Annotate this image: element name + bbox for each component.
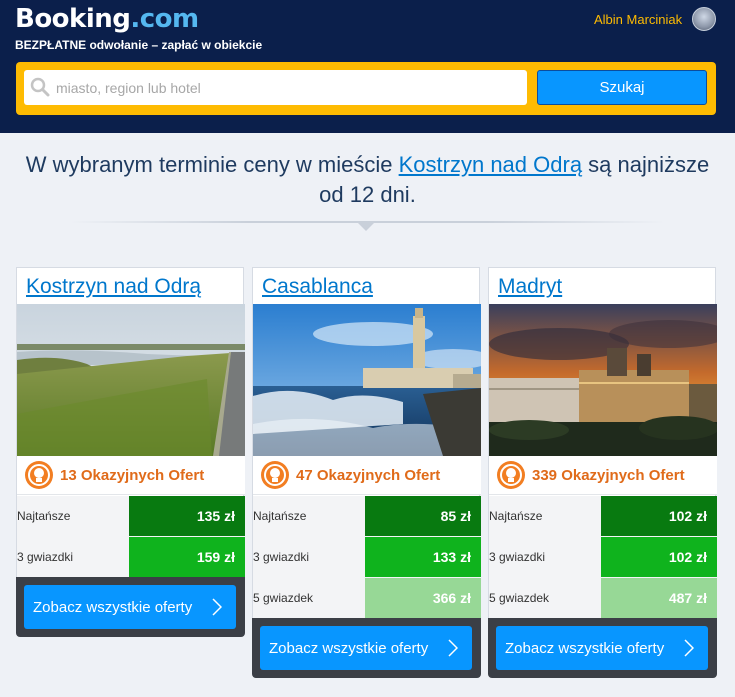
cta-container: Zobacz wszystkie oferty (252, 618, 481, 678)
card-title-link[interactable]: Casablanca (253, 268, 479, 304)
price-row-cheapest[interactable]: Najtańsze 85 zł (253, 496, 481, 537)
price-label: Najtańsze (17, 509, 71, 523)
divider-arrow-icon (357, 222, 375, 231)
price-row-cheapest[interactable]: Najtańsze 135 zł (17, 496, 245, 537)
chevron-right-icon (684, 639, 694, 657)
price-value[interactable]: 102 zł (601, 537, 717, 577)
lightbulb-icon (25, 461, 53, 489)
price-message: W wybranym terminie ceny w mieście Kostr… (20, 150, 715, 210)
price-value[interactable]: 487 zł (601, 578, 717, 618)
mosque-coast-photo[interactable] (253, 304, 481, 456)
river-meadow-photo[interactable] (17, 304, 245, 456)
card-title-link[interactable]: Kostrzyn nad Odrą (17, 268, 243, 304)
cta-label: Zobacz wszystkie oferty (505, 639, 665, 657)
destination-card-casablanca: Casablanca 47 Okazyjnych Ofert Najtańsze… (252, 267, 481, 678)
price-value[interactable]: 133 zł (365, 537, 481, 577)
chevron-right-icon (212, 598, 222, 616)
price-label: 3 gwiazdki (253, 550, 310, 564)
price-value[interactable]: 159 zł (129, 537, 245, 577)
search-input[interactable] (56, 70, 521, 105)
logo-suffix: .com (130, 4, 199, 34)
cta-container: Zobacz wszystkie oferty (16, 577, 245, 637)
lightbulb-icon (497, 461, 525, 489)
card-title-link[interactable]: Madryt (489, 268, 715, 304)
price-row-3-stars[interactable]: 3 gwiazdki 159 zł (17, 537, 245, 578)
deals-row: 339 Okazyjnych Ofert (489, 456, 717, 495)
price-row-5-stars[interactable]: 5 gwiazdek 366 zł (253, 578, 481, 619)
chevron-right-icon (448, 639, 458, 657)
price-value[interactable]: 85 zł (365, 496, 481, 536)
see-all-offers-button[interactable]: Zobacz wszystkie oferty (496, 626, 708, 670)
price-label: Najtańsze (253, 509, 307, 523)
search-field-wrapper (24, 70, 527, 105)
deals-row: 47 Okazyjnych Ofert (253, 456, 481, 495)
deals-count: 13 Okazyjnych Ofert (60, 467, 205, 484)
royal-palace-sunset-photo[interactable] (489, 304, 717, 456)
deals-row: 13 Okazyjnych Ofert (17, 456, 245, 495)
price-row-5-stars[interactable]: 5 gwiazdek 487 zł (489, 578, 717, 619)
see-all-offers-button[interactable]: Zobacz wszystkie oferty (260, 626, 472, 670)
message-city-link[interactable]: Kostrzyn nad Odrą (399, 152, 582, 177)
deals-count: 339 Okazyjnych Ofert (532, 467, 685, 484)
price-row-3-stars[interactable]: 3 gwiazdki 133 zł (253, 537, 481, 578)
see-all-offers-button[interactable]: Zobacz wszystkie oferty (24, 585, 236, 629)
logo-main: Booking (15, 4, 131, 34)
cta-label: Zobacz wszystkie oferty (269, 639, 429, 657)
price-row-cheapest[interactable]: Najtańsze 102 zł (489, 496, 717, 537)
destination-card-madryt: Madryt 339 Okazyjnych Ofert Najtańsze 10… (488, 267, 717, 678)
destination-card-kostrzyn: Kostrzyn nad Odrą 13 Okazyjnych Ofert Na… (16, 267, 245, 637)
cta-label: Zobacz wszystkie oferty (33, 598, 193, 616)
price-row-3-stars[interactable]: 3 gwiazdki 102 zł (489, 537, 717, 578)
header-tagline: BEZPŁATNE odwołanie – zapłać w obiekcie (15, 38, 263, 52)
search-icon (30, 77, 50, 97)
price-value[interactable]: 135 zł (129, 496, 245, 536)
search-bar: Szukaj (16, 62, 716, 115)
price-label: Najtańsze (489, 509, 543, 523)
price-label: 5 gwiazdek (489, 591, 550, 605)
search-button[interactable]: Szukaj (537, 70, 707, 105)
price-label: 3 gwiazdki (17, 550, 74, 564)
cta-container: Zobacz wszystkie oferty (488, 618, 717, 678)
price-label: 5 gwiazdek (253, 591, 314, 605)
booking-logo[interactable]: Booking.com (15, 4, 199, 34)
message-part1: W wybranym terminie ceny w mieście (25, 152, 399, 177)
avatar[interactable] (692, 7, 716, 31)
user-name-link[interactable]: Albin Marciniak (594, 12, 682, 27)
price-value[interactable]: 366 zł (365, 578, 481, 618)
site-header: Booking.com BEZPŁATNE odwołanie – zapłać… (0, 0, 735, 133)
price-label: 3 gwiazdki (489, 550, 546, 564)
lightbulb-icon (261, 461, 289, 489)
deals-count: 47 Okazyjnych Ofert (296, 467, 441, 484)
price-value[interactable]: 102 zł (601, 496, 717, 536)
